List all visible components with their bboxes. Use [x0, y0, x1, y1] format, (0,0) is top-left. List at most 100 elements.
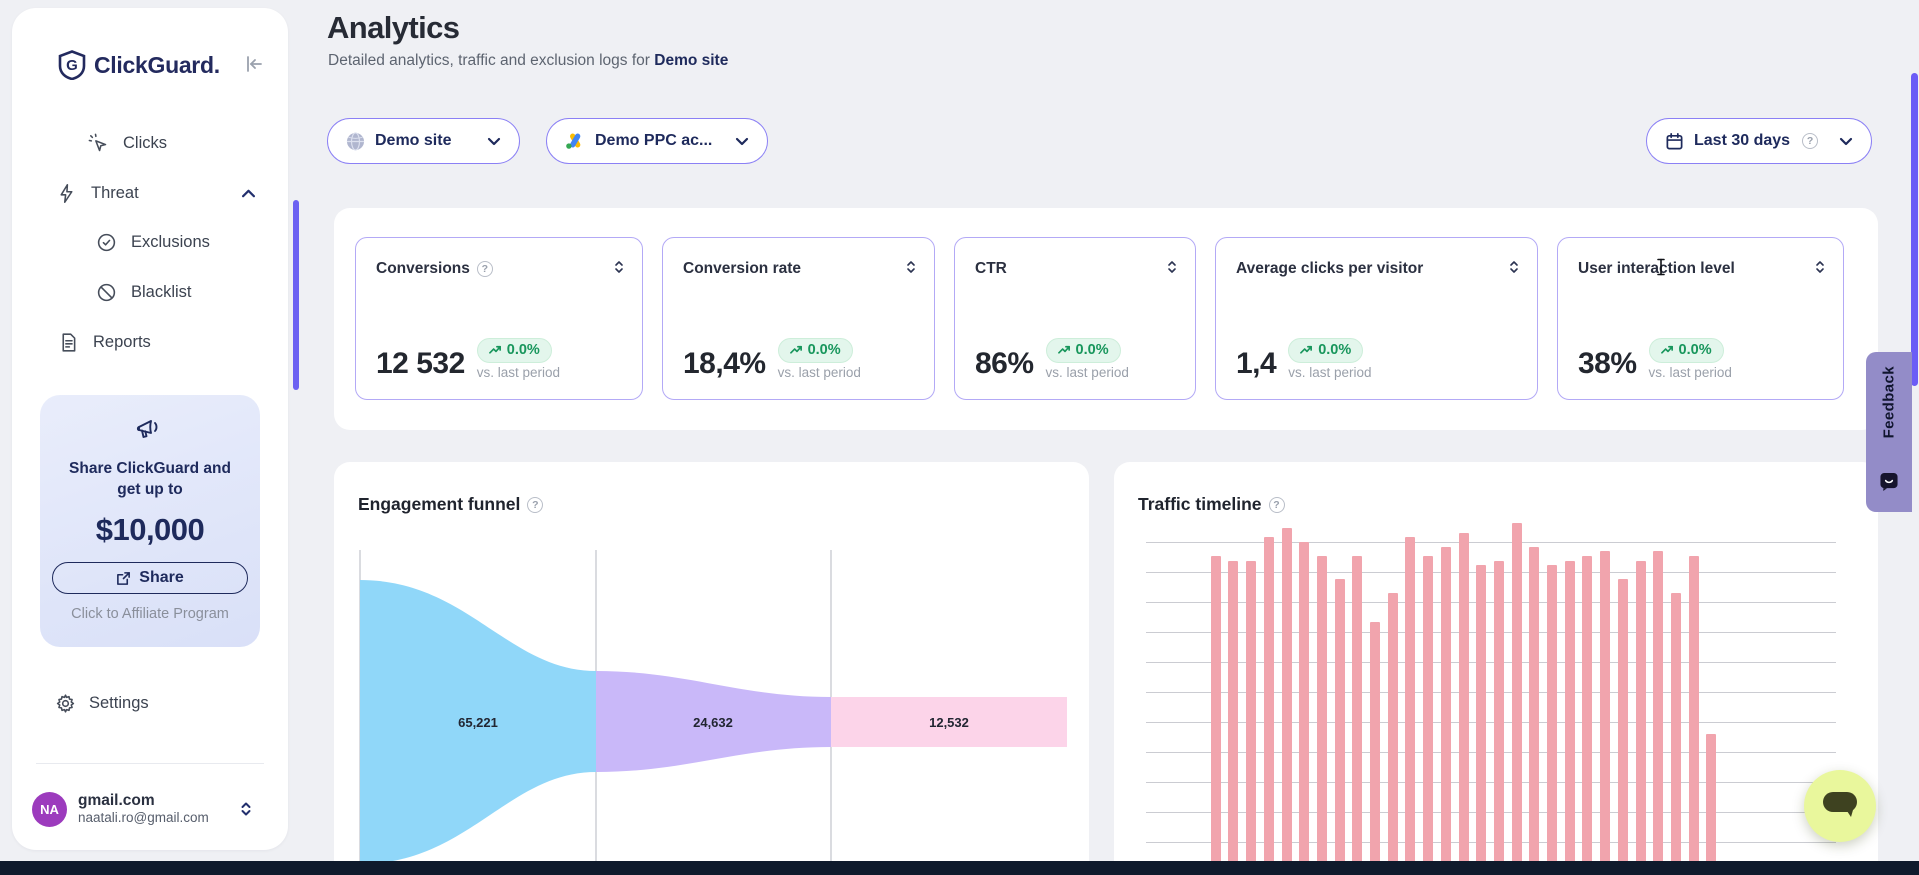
bottom-dark-bar: [0, 861, 1919, 875]
sidebar-collapse-icon[interactable]: [242, 52, 268, 78]
chat-launcher-button[interactable]: [1804, 770, 1876, 842]
chevron-down-icon: [735, 137, 749, 146]
sidebar-scrollbar-thumb[interactable]: [293, 200, 299, 390]
sidebar-item-reports[interactable]: Reports: [12, 317, 288, 367]
chart-title: Traffic timeline: [1138, 494, 1262, 515]
sidebar-item-settings[interactable]: Settings: [12, 681, 288, 725]
traffic-bar: [1476, 565, 1486, 875]
traffic-bar: [1689, 556, 1699, 875]
account-switcher[interactable]: NA gmail.com naatali.ro@gmail.com: [12, 780, 288, 838]
trending-up-icon: [1058, 345, 1071, 355]
chat-bubble-icon: [1820, 788, 1860, 825]
help-icon[interactable]: ?: [1802, 133, 1818, 149]
analytics-dashboard: G ClickGuard. Clicks: [0, 0, 1919, 875]
sort-chevrons-icon[interactable]: [906, 260, 916, 274]
page-scrollbar-thumb[interactable]: [1911, 73, 1918, 386]
traffic-bar: [1246, 561, 1256, 875]
sidebar-item-clicks[interactable]: Clicks: [12, 118, 288, 168]
promo-amount: $10,000: [40, 512, 260, 548]
kpi-value: 18,4%: [683, 349, 766, 379]
sidebar-item-blacklist[interactable]: Blacklist: [12, 267, 288, 317]
traffic-timeline-card: Traffic timeline ?: [1114, 462, 1878, 875]
google-ads-icon: [565, 132, 585, 150]
traffic-bar: [1264, 537, 1274, 875]
kpi-card-avg-clicks: Average clicks per visitor 1,4 0.0% vs. …: [1215, 237, 1538, 400]
delta-compare-label: vs. last period: [1046, 366, 1129, 380]
megaphone-icon: [40, 415, 260, 450]
page-title: Analytics: [327, 10, 459, 46]
ppc-account-selector[interactable]: Demo PPC ac...: [546, 118, 768, 164]
text-cursor: [1656, 258, 1666, 281]
engagement-funnel-card: Engagement funnel ? 65,221 24,632 12,532: [334, 462, 1089, 875]
delta-badge: 0.0%: [778, 338, 853, 363]
kpi-label: Conversion rate: [683, 260, 801, 278]
account-name: gmail.com: [78, 791, 209, 810]
affiliate-program-link[interactable]: Click to Affiliate Program: [40, 606, 260, 622]
badge-check-icon: [96, 232, 117, 253]
sort-chevrons-icon[interactable]: [1509, 260, 1519, 274]
traffic-bar: [1228, 561, 1238, 875]
lightning-icon: [56, 183, 77, 204]
account-email: naatali.ro@gmail.com: [78, 810, 209, 827]
traffic-bar: [1565, 561, 1575, 875]
delta-badge: 0.0%: [1046, 338, 1121, 363]
sidebar-item-label: Blacklist: [131, 283, 192, 302]
help-icon[interactable]: ?: [527, 497, 543, 513]
brand-logo[interactable]: G ClickGuard.: [58, 50, 272, 80]
ban-icon: [96, 282, 117, 303]
help-icon[interactable]: ?: [1269, 497, 1285, 513]
traffic-bar: [1317, 556, 1327, 875]
clickguard-shield-icon: G: [58, 50, 86, 80]
delta-badge: 0.0%: [477, 338, 552, 363]
kpi-value: 86%: [975, 349, 1034, 379]
delta-badge: 0.0%: [1649, 338, 1724, 363]
traffic-bar: [1494, 561, 1504, 875]
sort-chevrons-icon[interactable]: [614, 260, 624, 274]
sort-chevrons-icon[interactable]: [1167, 260, 1177, 274]
delta-compare-label: vs. last period: [477, 366, 560, 380]
feedback-tab[interactable]: Feedback: [1866, 352, 1912, 512]
traffic-bar: [1618, 579, 1628, 875]
traffic-bar: [1459, 533, 1469, 875]
site-selector-value: Demo site: [375, 132, 451, 150]
delta-compare-label: vs. last period: [778, 366, 861, 380]
traffic-bar-chart: [1146, 542, 1846, 875]
gear-icon: [55, 693, 76, 714]
sidebar-item-threat[interactable]: Threat: [12, 168, 288, 218]
svg-text:G: G: [66, 57, 78, 74]
share-button-label: Share: [139, 569, 183, 587]
traffic-bar: [1405, 537, 1415, 875]
promo-text-line1: Share ClickGuard and: [40, 458, 260, 479]
traffic-bar: [1582, 556, 1592, 875]
traffic-bar: [1211, 556, 1221, 875]
page-subtitle: Detailed analytics, traffic and exclusio…: [328, 52, 728, 70]
share-button[interactable]: Share: [52, 562, 248, 594]
trending-up-icon: [1300, 345, 1313, 355]
sidebar-item-exclusions[interactable]: Exclusions: [12, 217, 288, 267]
traffic-bar: [1370, 622, 1380, 875]
help-icon[interactable]: ?: [477, 261, 493, 277]
date-range-selector[interactable]: Last 30 days ?: [1646, 118, 1872, 164]
sort-chevrons-icon[interactable]: [1815, 260, 1825, 274]
globe-icon: [346, 132, 365, 151]
traffic-bar: [1653, 551, 1663, 875]
chevron-down-icon: [487, 137, 501, 146]
traffic-bar: [1423, 556, 1433, 875]
chart-title: Engagement funnel: [358, 494, 520, 515]
affiliate-promo-card[interactable]: Share ClickGuard and get up to $10,000 S…: [40, 395, 260, 647]
cursor-click-icon: [88, 133, 109, 154]
kpi-value: 38%: [1578, 349, 1637, 379]
site-selector[interactable]: Demo site: [327, 118, 520, 164]
traffic-bar: [1529, 547, 1539, 875]
traffic-bar: [1512, 523, 1522, 875]
funnel-value-label: 24,632: [693, 715, 733, 730]
sidebar-item-label: Threat: [91, 184, 139, 203]
chevron-up-icon[interactable]: [241, 184, 256, 203]
brand-name: ClickGuard.: [94, 52, 220, 79]
traffic-bar: [1706, 734, 1716, 875]
traffic-bar: [1671, 593, 1681, 875]
kpi-card-conversions: Conversions ? 12 532 0.0% vs. last perio…: [355, 237, 643, 400]
kpi-value: 1,4: [1236, 349, 1276, 379]
gridline: [1146, 542, 1836, 543]
feedback-tab-label: Feedback: [1881, 366, 1898, 438]
